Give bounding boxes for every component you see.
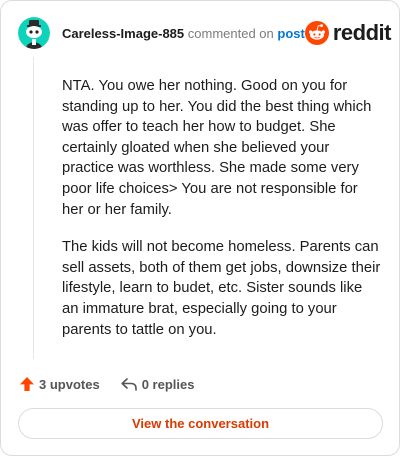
upvote-arrow-icon bbox=[20, 377, 34, 391]
username[interactable]: Careless-Image-885 bbox=[62, 26, 184, 41]
comment-body: NTA. You owe her nothing. Good on you fo… bbox=[62, 76, 382, 357]
post-link[interactable]: post bbox=[277, 26, 304, 41]
upvote-button[interactable]: 3 upvotes bbox=[19, 376, 100, 392]
thread-line bbox=[33, 57, 34, 359]
snoo-avatar-icon bbox=[18, 17, 50, 49]
reddit-brand[interactable]: reddit bbox=[304, 20, 392, 46]
comment-card: Careless-Image-885 commented on post red… bbox=[0, 0, 400, 456]
reddit-wordmark: reddit bbox=[332, 20, 392, 45]
reply-arrow-icon bbox=[121, 378, 137, 391]
commented-on-text: commented on bbox=[187, 25, 274, 41]
comment-meta: Careless-Image-885 commented on post bbox=[62, 27, 305, 40]
comment-paragraph-1: NTA. You owe her nothing. Good on you fo… bbox=[62, 78, 372, 218]
avatar[interactable] bbox=[18, 17, 50, 49]
upvote-count: 3 upvotes bbox=[39, 376, 100, 392]
comment-paragraph-2: The kids will not become homeless. Paren… bbox=[62, 239, 381, 338]
view-conversation-button[interactable]: View the conversation bbox=[18, 408, 383, 439]
reply-count: 0 replies bbox=[141, 376, 195, 392]
reddit-logo-icon bbox=[304, 21, 329, 45]
reply-button[interactable]: 0 replies bbox=[120, 376, 195, 392]
comment-header: Careless-Image-885 commented on post red… bbox=[18, 15, 391, 51]
comment-actions: 3 upvotes 0 replies bbox=[19, 374, 194, 394]
